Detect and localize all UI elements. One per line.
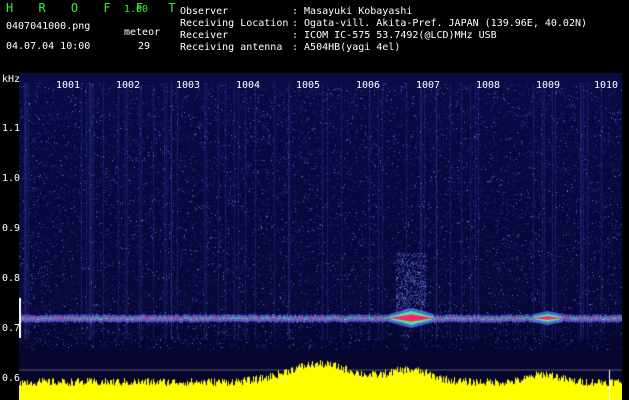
x-tick-label: 1001 (56, 80, 81, 91)
info-label-observer: Observer (180, 6, 229, 17)
y-tick-label: 1.0 (2, 173, 21, 184)
x-tick-label: 1003 (176, 80, 201, 91)
info-value-receiver: : ICOM IC-575 53.7492(@LCD)MHz USB (292, 30, 497, 41)
info-value-location: : Ogata-vill. Akita-Pref. JAPAN (139.96E… (292, 18, 588, 29)
app-title: H R O F F T (6, 1, 185, 15)
x-tick-label: 1002 (116, 80, 141, 91)
axis-unit-label: kHz (2, 74, 21, 85)
x-tick-label: 1006 (356, 80, 381, 91)
info-label-receiver: Receiver (180, 30, 229, 41)
spectrogram-plot (19, 73, 622, 400)
x-tick-label: 1010 (594, 80, 619, 91)
header-panel: H R O F F T 1.00 0407041000.png meteor 0… (0, 0, 629, 72)
datetime: 04.07.04 10:00 (6, 41, 91, 52)
meteor-count: 29 (138, 41, 151, 52)
y-tick-label: 1.1 (2, 123, 21, 134)
meteor-label: meteor (124, 27, 161, 38)
x-tick-label: 1009 (536, 80, 561, 91)
y-tick-label: 0.9 (2, 223, 21, 234)
y-tick-label: 0.7 (2, 323, 21, 334)
info-label-antenna: Receiving antenna (180, 42, 283, 53)
app-version: 1.00 (124, 4, 149, 15)
y-tick-label: 0.6 (2, 373, 21, 384)
x-tick-label: 1004 (236, 80, 261, 91)
x-tick-label: 1008 (476, 80, 501, 91)
info-label-location: Receiving Location (180, 18, 289, 29)
info-value-antenna: : A504HB(yagi 4el) (292, 42, 401, 53)
info-value-observer: : Masayuki Kobayashi (292, 6, 413, 17)
x-tick-label: 1005 (296, 80, 321, 91)
filename: 0407041000.png (6, 21, 91, 32)
y-tick-label: 0.8 (2, 273, 21, 284)
x-tick-label: 1007 (416, 80, 441, 91)
